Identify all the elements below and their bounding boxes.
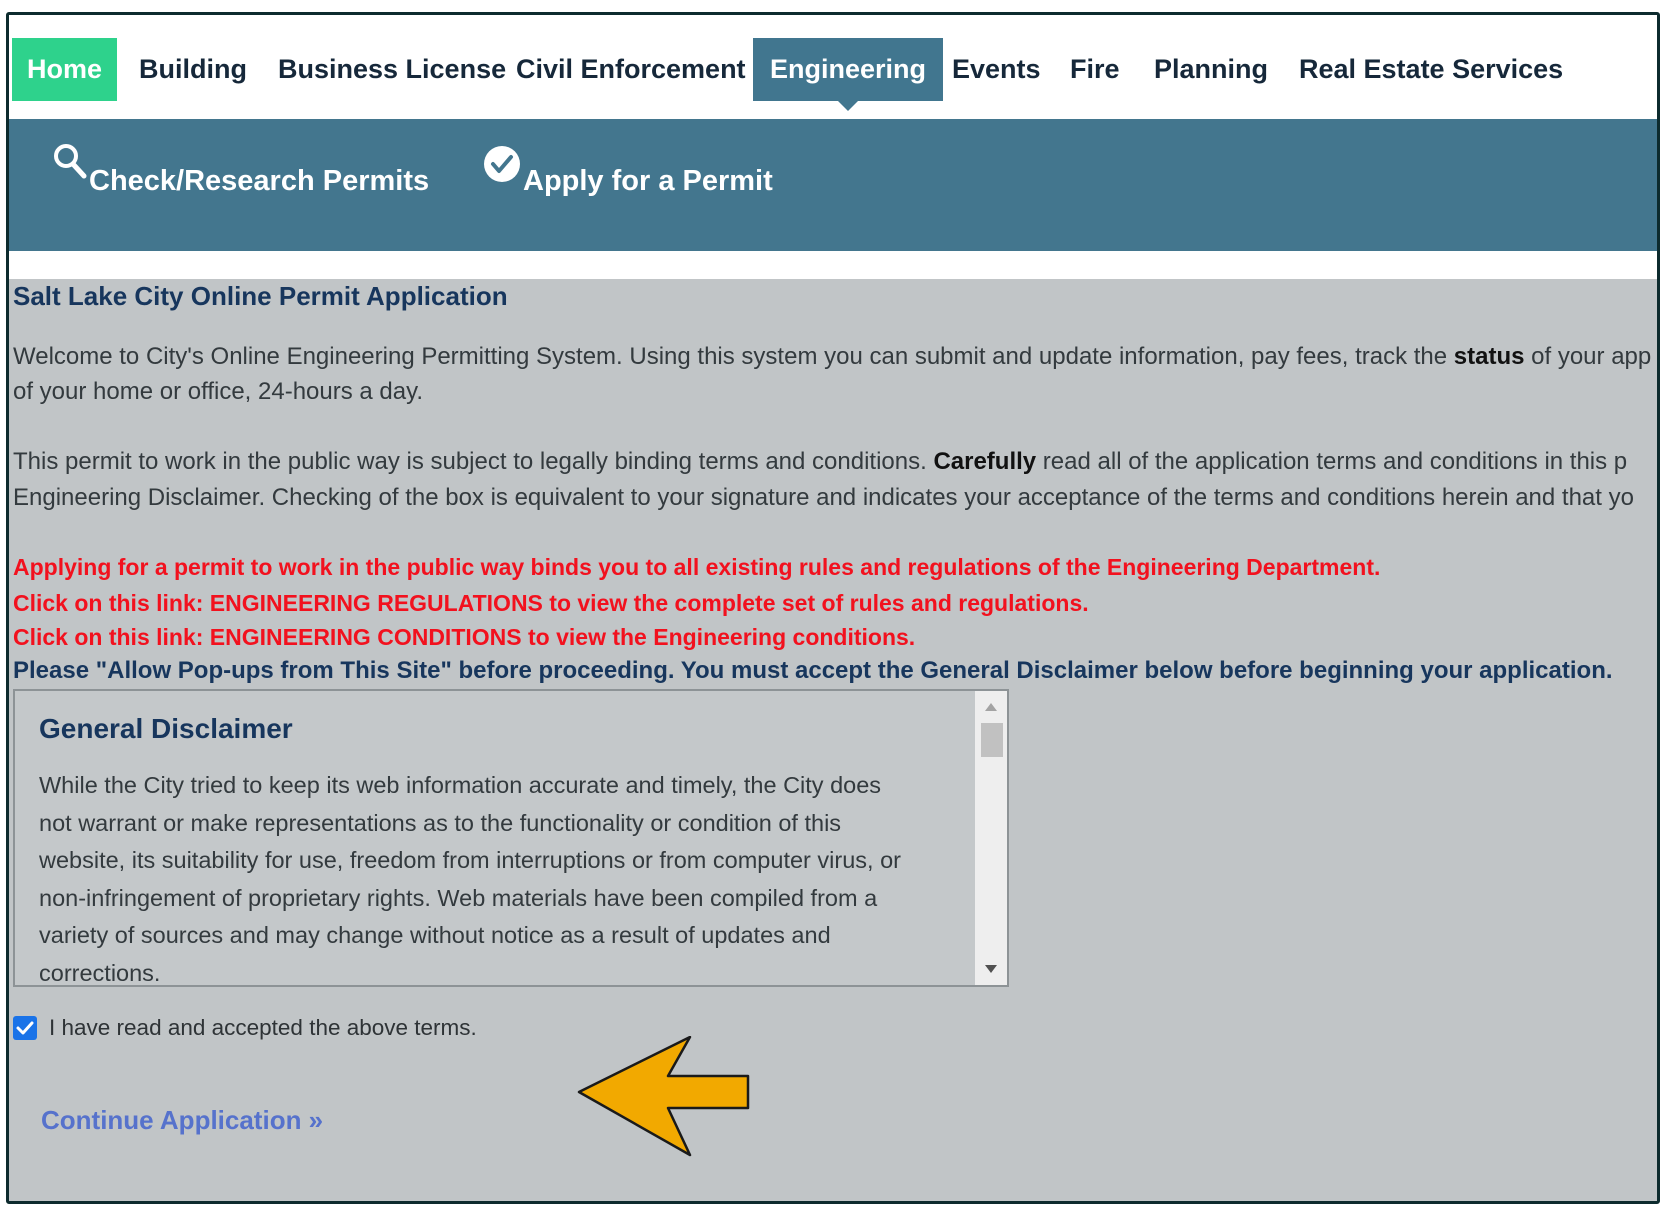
continue-application-button[interactable]: Continue Application » <box>41 1105 323 1136</box>
scroll-thumb[interactable] <box>981 723 1003 757</box>
main-content: Salt Lake City Online Permit Application… <box>9 279 1657 1201</box>
apply-for-permit-label: Apply for a Permit <box>523 165 773 197</box>
welcome-paragraph-line2: of your home or office, 24-hours a day. <box>13 378 424 405</box>
nav-home[interactable]: Home <box>12 38 118 101</box>
terms-text-cont: read all of the application terms and co… <box>1036 448 1628 475</box>
nav-engineering[interactable]: Engineering <box>753 38 944 111</box>
check-research-permits-link[interactable]: Check/Research Permits <box>53 144 430 198</box>
nav-real-estate-services[interactable]: Real Estate Services <box>1299 38 1563 101</box>
disclaimer-scrollbar[interactable] <box>975 691 1007 985</box>
accept-terms-checkbox[interactable] <box>13 1016 37 1040</box>
nav-building[interactable]: Building <box>139 38 247 101</box>
apply-for-permit-link[interactable]: Apply for a Permit <box>483 146 773 198</box>
engineering-regulations-link[interactable]: Click on this link: ENGINEERING REGULATI… <box>13 590 1089 617</box>
regulations-notice: Applying for a permit to work in the pub… <box>13 554 1381 580</box>
accept-terms-label: I have read and accepted the above terms… <box>49 1015 477 1040</box>
terms-paragraph-line1: This permit to work in the public way is… <box>13 443 1627 480</box>
carefully-word: Carefully <box>933 448 1037 475</box>
status-word: status <box>1453 343 1525 370</box>
disclaimer-text: While the City tried to keep its web inf… <box>39 772 901 986</box>
nav-planning[interactable]: Planning <box>1154 38 1268 101</box>
nav-fire[interactable]: Fire <box>1070 38 1120 101</box>
callout-arrow-icon <box>577 1036 750 1157</box>
welcome-paragraph-line1: Welcome to City's Online Engineering Per… <box>13 338 1651 375</box>
scroll-up-arrow-icon[interactable] <box>985 703 997 711</box>
page-title: Salt Lake City Online Permit Application <box>13 281 508 311</box>
nav-civil-enforcement[interactable]: Civil Enforcement <box>516 38 746 101</box>
scroll-down-arrow-icon[interactable] <box>985 965 997 973</box>
welcome-text: Welcome to City's Online Engineering Per… <box>13 343 1454 370</box>
terms-paragraph-line2: Engineering Disclaimer. Checking of the … <box>13 484 1634 511</box>
nav-business-license[interactable]: Business License <box>278 38 506 101</box>
nav-events[interactable]: Events <box>952 38 1041 101</box>
general-disclaimer-box[interactable]: General Disclaimer While the City tried … <box>13 689 1009 987</box>
subnav-spacer <box>9 251 1657 279</box>
top-navigation: Home Building Business License Civil Enf… <box>9 15 1657 119</box>
engineering-subnav: Check/Research Permits Apply for a Permi… <box>9 119 1657 251</box>
engineering-conditions-link[interactable]: Click on this link: ENGINEERING CONDITIO… <box>13 624 915 651</box>
checkmark-icon <box>16 1021 34 1035</box>
disclaimer-title: General Disclaimer <box>39 713 293 744</box>
popup-notice: Please "Allow Pop-ups from This Site" be… <box>13 657 1613 684</box>
terms-text: This permit to work in the public way is… <box>13 448 934 475</box>
check-circle-icon <box>484 146 520 182</box>
search-icon <box>54 144 87 179</box>
check-research-permits-label: Check/Research Permits <box>89 165 430 197</box>
browser-frame: Home Building Business License Civil Enf… <box>6 12 1660 1204</box>
welcome-text-cont: of your app <box>1524 343 1652 370</box>
